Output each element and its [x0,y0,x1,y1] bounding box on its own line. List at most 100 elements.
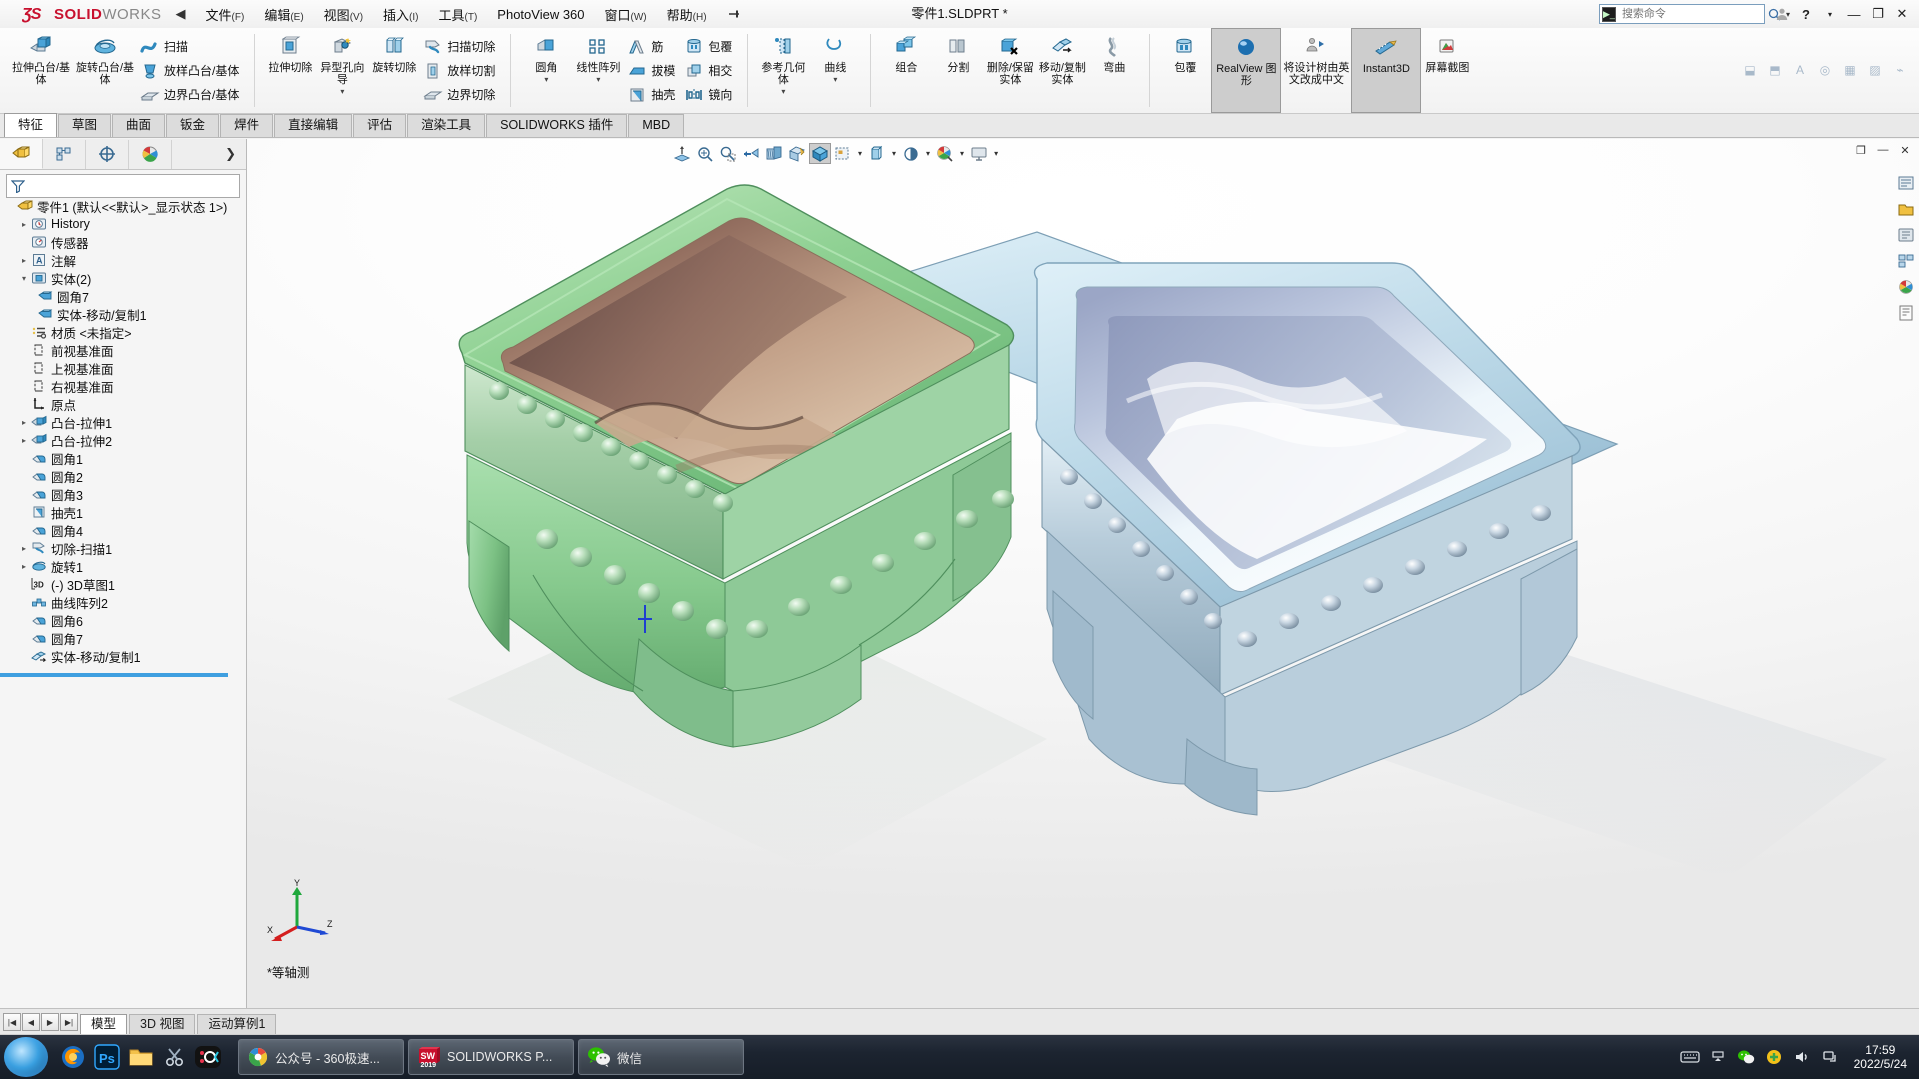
search-input[interactable] [1619,7,1766,21]
start-button[interactable] [4,1037,48,1077]
menu-file[interactable]: 文件(F) [196,1,255,28]
revolve-boss-button[interactable]: 旋转凸台/基体 [73,28,137,113]
fillet-button[interactable]: 圆角 ▾ [520,28,572,113]
tab-sketch[interactable]: 草图 [58,114,112,137]
linear-pattern-dropdown-caret-icon[interactable]: ▾ [596,75,600,84]
twisty[interactable]: ▸ [18,436,30,445]
realview-graphics-button[interactable]: RealView 图形 [1211,28,1282,113]
reference-geometry-dropdown-caret-icon[interactable]: ▾ [781,87,785,96]
tree-item-right-plane[interactable]: 右视基准面 [0,377,246,395]
loft-cut-button[interactable]: 放样切割 [420,59,501,83]
tree-item-revolve1[interactable]: ▸ 旋转1 [0,557,246,575]
network-icon[interactable] [1820,1047,1840,1067]
tree-item-fillet2[interactable]: 圆角2 [0,467,246,485]
tree-item-fillet3[interactable]: 圆角3 [0,485,246,503]
bottom-tab-3dviews[interactable]: 3D 视图 [129,1014,196,1035]
pin-icon[interactable] [717,7,751,21]
tab-mbd[interactable]: MBD [628,114,685,137]
tree-item-front-plane[interactable]: 前视基准面 [0,341,246,359]
loft-boss-button[interactable]: 放样凸台/基体 [137,59,245,83]
twisty[interactable]: ▸ [18,544,30,553]
delete-keep-body-button[interactable]: 删除/保留实体 [984,28,1036,113]
tree-item-fillet4[interactable]: 圆角4 [0,521,246,539]
revolve-cut-button[interactable]: 旋转切除 [368,28,420,113]
tree-item-top-plane[interactable]: 上视基准面 [0,359,246,377]
tree-item-body-fillet7[interactable]: 圆角7 [0,287,246,305]
360-tray-icon[interactable] [1764,1047,1784,1067]
taskbar-item-360-browser[interactable]: 公众号 - 360极速... [238,1039,404,1075]
tree-item-annotations[interactable]: ▸ A 注解 [0,251,246,269]
restore-button[interactable]: ❐ [1867,3,1889,25]
tree-item-shell1[interactable]: 抽壳1 [0,503,246,521]
tree-item-curve-pattern2[interactable]: 曲线阵列2 [0,593,246,611]
twisty[interactable]: ▾ [18,274,30,283]
firefox-icon[interactable] [58,1042,88,1072]
photoshop-icon[interactable]: Ps [92,1042,122,1072]
draft-button[interactable]: 拔模 [624,59,681,83]
menu-photoview360[interactable]: PhotoView 360 [487,3,594,26]
configuration-manager-tab[interactable] [86,139,129,169]
tab-render-tools[interactable]: 渲染工具 [407,114,486,137]
tree-item-body-move-copy-feature[interactable]: 实体-移动/复制1 [0,647,246,665]
bottom-tab-motion-study[interactable]: 运动算例1 [197,1014,277,1035]
first-tab-button[interactable]: |◀ [3,1013,21,1031]
linear-pattern-button[interactable]: 线性阵列 ▾ [572,28,624,113]
hole-wizard-dropdown-caret-icon[interactable]: ▾ [340,87,344,96]
tree-item-fillet1[interactable]: 圆角1 [0,449,246,467]
translate-tree-button[interactable]: 将设计树由英文改成中文 [1281,28,1351,113]
last-tab-button[interactable]: ▶| [60,1013,78,1031]
tab-evaluate[interactable]: 评估 [353,114,407,137]
extrude-cut-button[interactable]: 拉伸切除 [264,28,316,113]
boundary-cut-button[interactable]: 边界切除 [420,83,501,107]
rollback-bar[interactable] [0,673,228,677]
intersect-button[interactable]: 相交 [681,59,738,83]
feature-manager-tab[interactable] [0,139,43,169]
wrap2-button[interactable]: 包覆 [1159,28,1211,113]
tab-features[interactable]: 特征 [4,113,58,137]
tree-item-boss-extrude2[interactable]: ▸ 凸台-拉伸2 [0,431,246,449]
instant3d-button[interactable]: Instant3D [1351,28,1422,113]
twisty[interactable]: ▸ [18,220,30,229]
taskbar-item-wechat[interactable]: 微信 [578,1039,744,1075]
boundary-boss-button[interactable]: 边界凸台/基体 [137,83,245,107]
menu-edit[interactable]: 编辑(E) [254,1,313,28]
shell-button[interactable]: 抽壳 [624,83,681,107]
tree-item-part[interactable]: 零件1 (默认<<默认>_显示状态 1>) [0,197,246,215]
tree-item-sweep-cut1[interactable]: ▸ 切除-扫描1 [0,539,246,557]
curves-button[interactable]: 曲线 ▾ [809,28,861,113]
tree-item-fillet6[interactable]: 圆角6 [0,611,246,629]
minimize-button[interactable]: — [1843,3,1865,25]
tree-item-fillet7[interactable]: 圆角7 [0,629,246,647]
manager-tabs-more-arrow-icon[interactable]: ❯ [215,146,246,162]
snip-tool-icon[interactable] [160,1042,190,1072]
combine-button[interactable]: 组合 [880,28,932,113]
reference-geometry-button[interactable]: 参考几何体 ▾ [757,28,809,113]
menu-tools[interactable]: 工具(T) [429,1,488,28]
display-manager-tab[interactable] [129,139,172,169]
menu-expand-arrow-icon[interactable]: ◀ [168,6,196,22]
tree-item-sensors[interactable]: 传感器 [0,233,246,251]
tree-item-history[interactable]: ▸ History [0,215,246,233]
clock[interactable]: 17:59 2022/5/24 [1848,1043,1913,1071]
menu-help[interactable]: 帮助(H) [657,1,717,28]
screen-capture-button[interactable]: 屏幕截图 [1421,28,1473,113]
tab-direct-editing[interactable]: 直接编辑 [274,114,353,137]
split-button[interactable]: 分割 [932,28,984,113]
extrude-boss-button[interactable]: 拉伸凸台/基体 [9,28,73,113]
tab-sheetmetal[interactable]: 钣金 [166,114,220,137]
menu-window[interactable]: 窗口(W) [595,1,657,28]
tab-weldments[interactable]: 焊件 [220,114,274,137]
sweep-cut-button[interactable]: 扫描切除 [420,35,501,59]
tree-item-3d-sketch1[interactable]: 3D (-) 3D草图1 [0,575,246,593]
help-button[interactable]: ? [1795,3,1817,25]
feature-tree-filter[interactable] [6,174,240,198]
tree-item-solid-bodies[interactable]: ▾ 实体(2) [0,269,246,287]
tree-item-boss-extrude1[interactable]: ▸ 凸台-拉伸1 [0,413,246,431]
graphics-viewport[interactable]: ▾ ▾ ▾ ▾ ▾ ❐ — ✕ Y X Z *等轴测 [247,139,1919,1009]
tree-item-origin[interactable]: 原点 [0,395,246,413]
tree-item-material[interactable]: 材质 <未指定> [0,323,246,341]
wrap-button[interactable]: 包覆 [681,35,738,59]
hole-wizard-button[interactable]: 异型孔向导 ▾ [316,28,368,113]
tab-surfaces[interactable]: 曲面 [112,114,166,137]
bottom-tab-model[interactable]: 模型 [80,1014,128,1035]
